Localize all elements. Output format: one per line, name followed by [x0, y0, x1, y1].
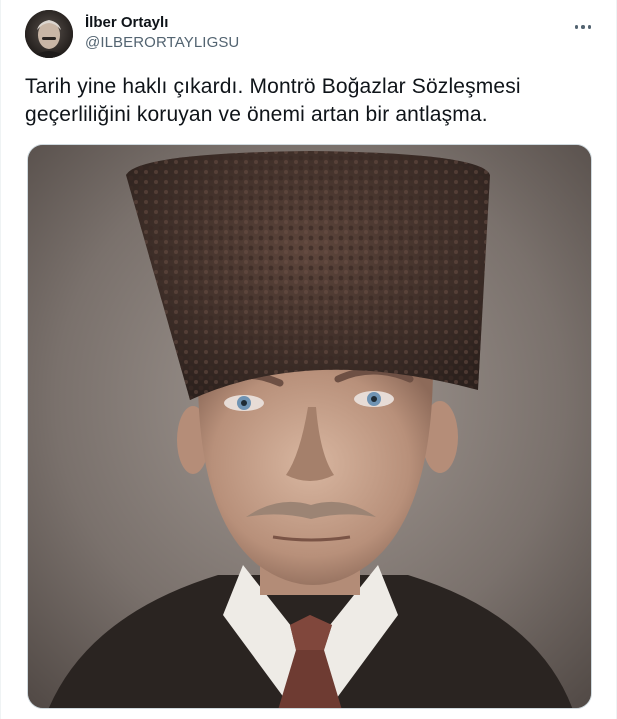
author-avatar[interactable] [25, 10, 73, 58]
author-handle[interactable]: @ILBERORTAYLIGSU [85, 33, 239, 53]
portrait-image [28, 145, 591, 708]
tweet-header: İlber Ortaylı @ILBERORTAYLIGSU [1, 0, 616, 64]
tweet-card[interactable]: İlber Ortaylı @ILBERORTAYLIGSU Tarih yin… [0, 0, 617, 719]
tweet-text: Tarih yine haklı çıkardı. Montrö Boğazla… [25, 75, 521, 126]
author-names: İlber Ortaylı @ILBERORTAYLIGSU [85, 13, 239, 53]
tweet-photo[interactable] [27, 144, 592, 709]
author-display-name[interactable]: İlber Ortaylı [85, 13, 239, 33]
more-horizontal-icon [574, 25, 592, 29]
more-options-button[interactable] [566, 10, 600, 44]
